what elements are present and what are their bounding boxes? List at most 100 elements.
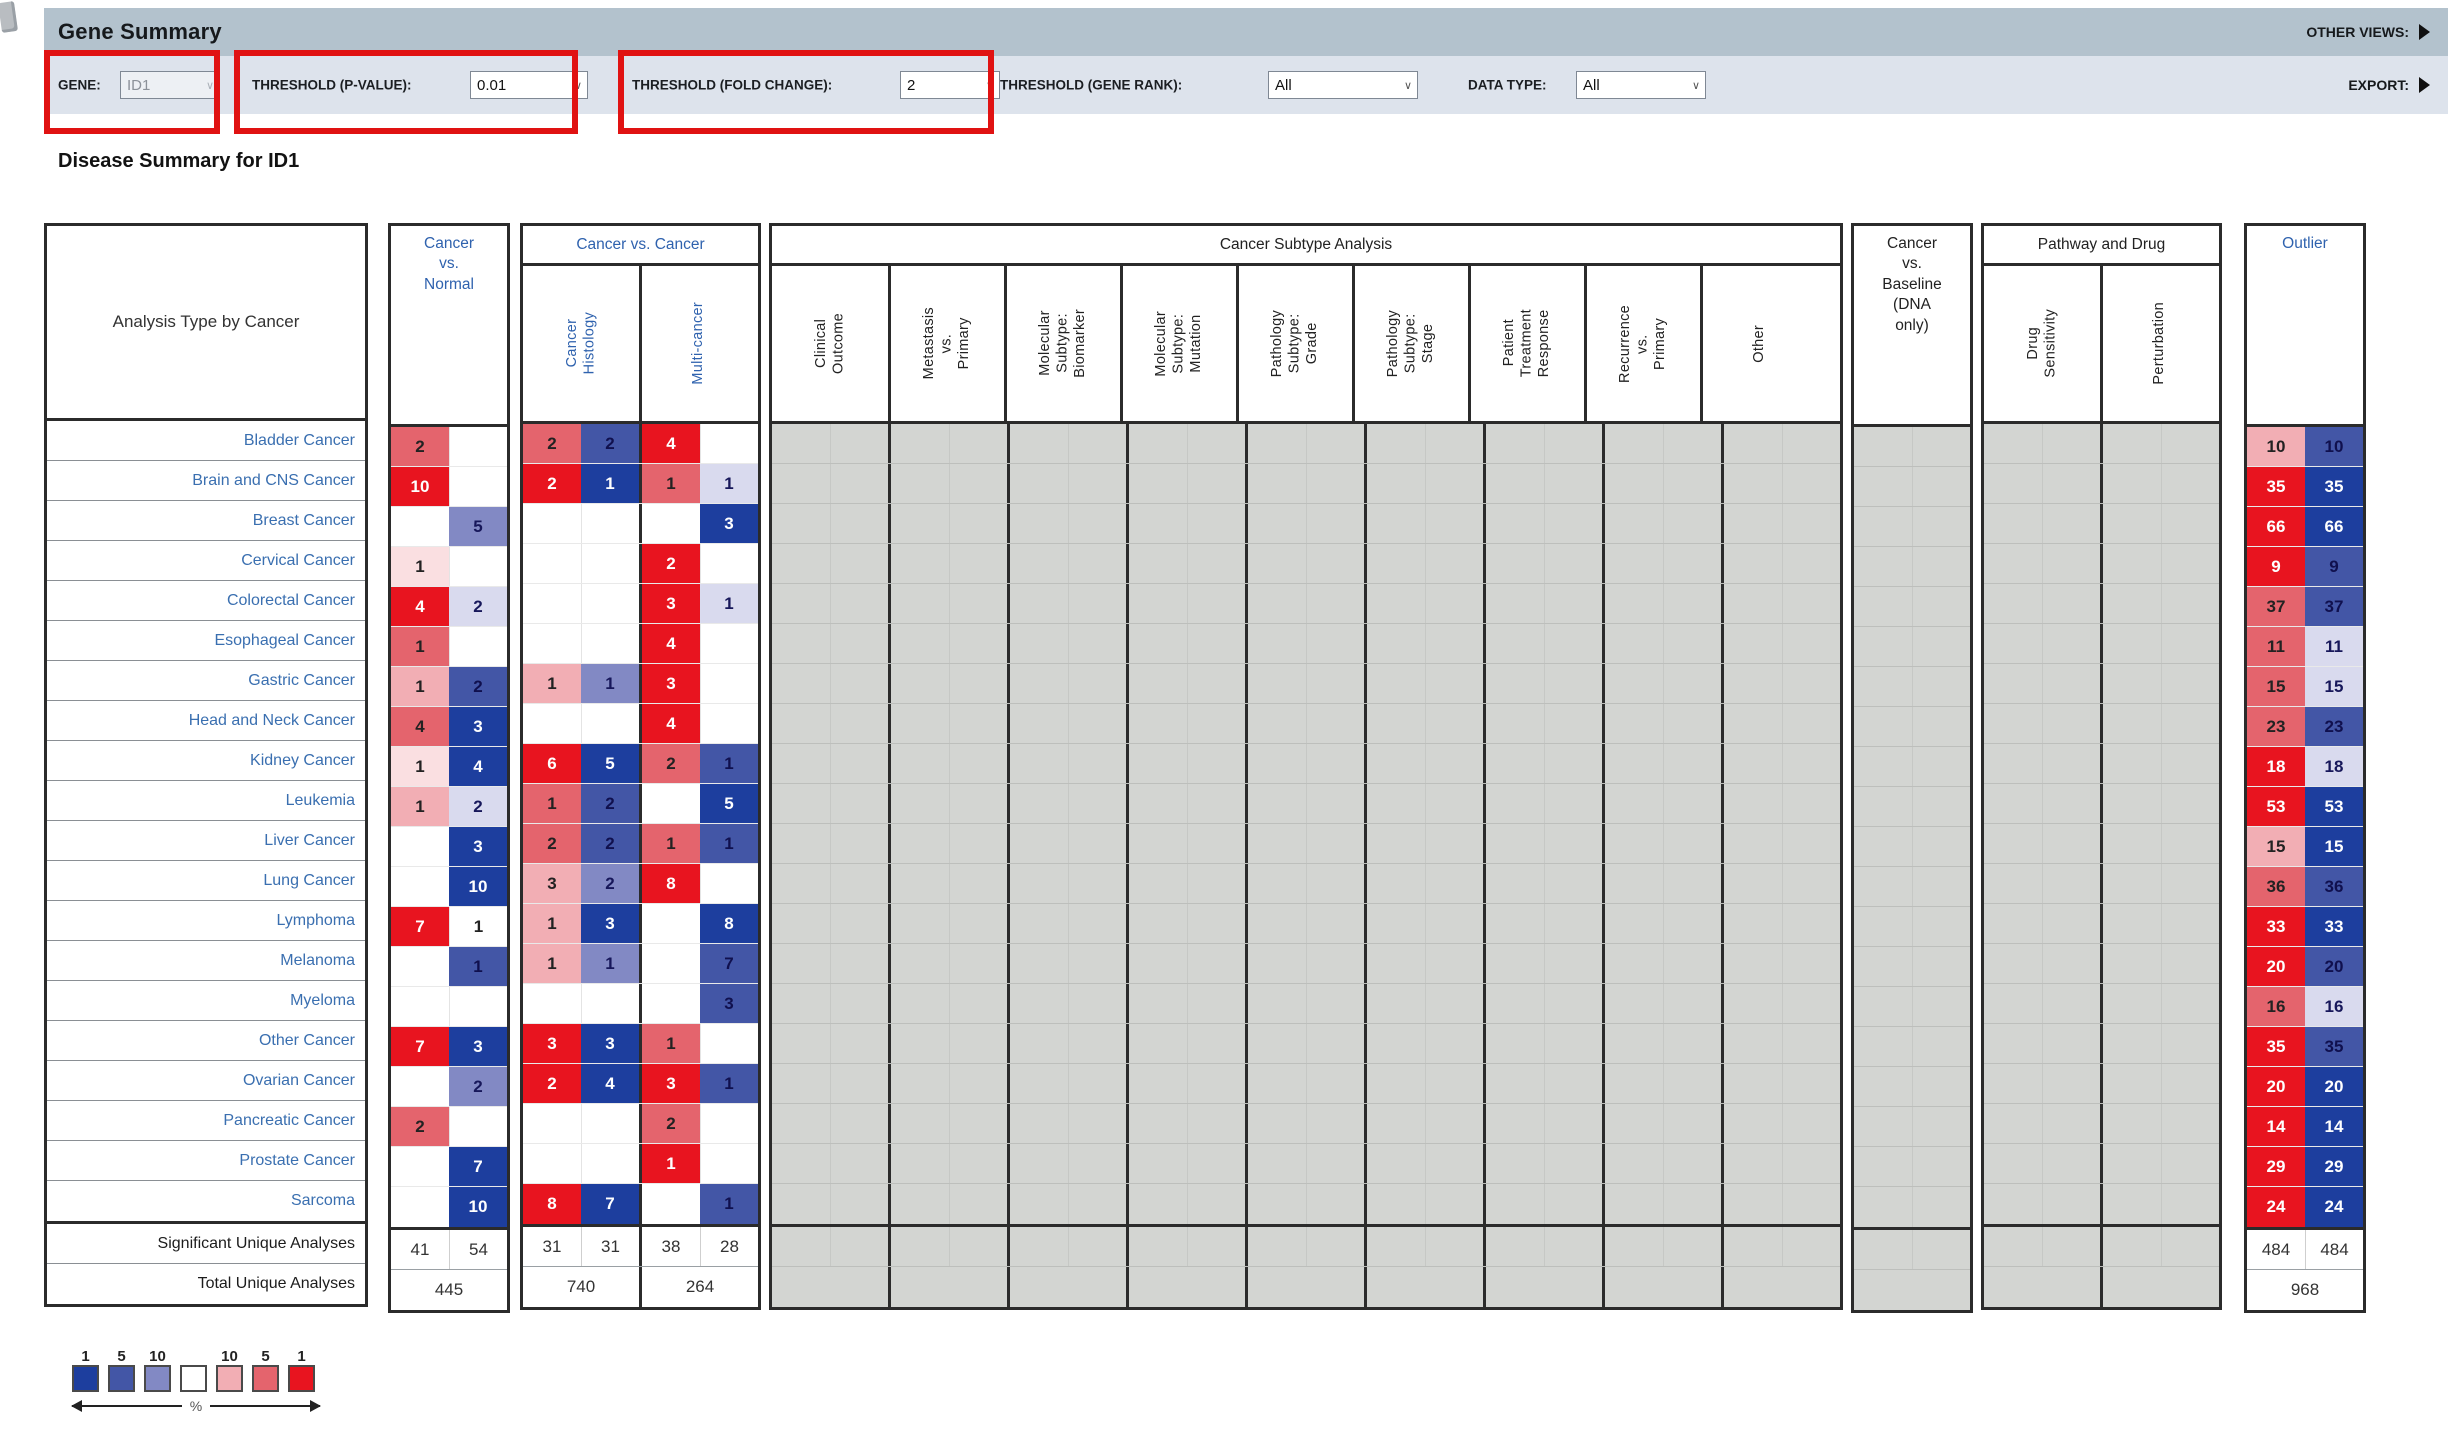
heatmap-cell[interactable]: 10 [449,867,507,906]
heatmap-cell[interactable]: 1 [642,464,700,503]
heatmap-cell[interactable]: 5 [581,744,639,783]
heatmap-cell[interactable]: 1 [581,944,639,983]
heatmap-cell[interactable]: 6 [523,744,581,783]
heatmap-cell[interactable]: 2 [391,1107,449,1146]
heatmap-cell[interactable]: 2 [581,864,639,903]
heatmap-cell[interactable]: 35 [2305,467,2363,506]
heatmap-cell[interactable]: 2 [523,1064,581,1103]
heatmap-cell[interactable]: 23 [2305,707,2363,746]
heatmap-cell[interactable]: 1 [391,547,449,586]
heatmap-cell[interactable]: 1 [700,824,758,863]
heatmap-cell[interactable]: 4 [642,704,700,743]
heatmap-cell[interactable]: 1 [700,464,758,503]
heatmap-cell[interactable]: 2 [581,784,639,823]
heatmap-cell[interactable]: 7 [449,1147,507,1186]
heatmap-cell[interactable]: 8 [642,864,700,903]
heatmap-cell[interactable]: 15 [2247,827,2305,866]
heatmap-cell[interactable]: 2 [642,544,700,583]
heatmap-cell[interactable]: 1 [449,947,507,986]
heatmap-cell[interactable]: 5 [700,784,758,823]
heatmap-cell[interactable]: 53 [2247,787,2305,826]
heatmap-cell[interactable]: 20 [2305,1067,2363,1106]
heatmap-cell[interactable]: 10 [449,1187,507,1227]
heatmap-cell[interactable]: 11 [2247,627,2305,666]
heatmap-cell[interactable]: 1 [700,744,758,783]
heatmap-cell[interactable]: 1 [642,1144,700,1183]
heatmap-cell[interactable]: 10 [391,467,449,506]
heatmap-cell[interactable]: 15 [2247,667,2305,706]
heatmap-cell[interactable]: 9 [2247,547,2305,586]
row-label-lymphoma[interactable]: Lymphoma [47,901,365,941]
heatmap-cell[interactable]: 1 [581,664,639,703]
row-label-liver-cancer[interactable]: Liver Cancer [47,821,365,861]
heatmap-cell[interactable]: 2 [642,744,700,783]
heatmap-cell[interactable]: 1 [391,747,449,786]
heatmap-cell[interactable]: 15 [2305,667,2363,706]
row-label-myeloma[interactable]: Myeloma [47,981,365,1021]
row-label-bladder-cancer[interactable]: Bladder Cancer [47,421,365,461]
heatmap-cell[interactable]: 1 [523,904,581,943]
heatmap-cell[interactable]: 2 [581,824,639,863]
heatmap-cell[interactable]: 1 [700,1184,758,1224]
row-label-other-cancer[interactable]: Other Cancer [47,1021,365,1061]
heatmap-cell[interactable]: 35 [2305,1027,2363,1066]
heatmap-cell[interactable]: 53 [2305,787,2363,826]
heatmap-cell[interactable]: 2 [449,787,507,826]
heatmap-cell[interactable]: 14 [2247,1107,2305,1146]
heatmap-cell[interactable]: 1 [391,787,449,826]
heatmap-cell[interactable]: 20 [2247,947,2305,986]
row-label-pancreatic-cancer[interactable]: Pancreatic Cancer [47,1101,365,1141]
row-label-breast-cancer[interactable]: Breast Cancer [47,501,365,541]
heatmap-cell[interactable]: 2 [449,587,507,626]
heatmap-cell[interactable]: 1 [523,664,581,703]
heatmap-cell[interactable]: 16 [2247,987,2305,1026]
heatmap-cell[interactable]: 2 [391,427,449,466]
row-label-leukemia[interactable]: Leukemia [47,781,365,821]
heatmap-cell[interactable]: 3 [523,864,581,903]
heatmap-cell[interactable]: 33 [2305,907,2363,946]
heatmap-cell[interactable]: 4 [391,587,449,626]
rank-select[interactable]: All ∨ [1268,71,1418,99]
heatmap-cell[interactable]: 20 [2305,947,2363,986]
heatmap-cell[interactable]: 1 [700,1064,758,1103]
heatmap-cell[interactable]: 29 [2247,1147,2305,1186]
heatmap-cell[interactable]: 3 [700,504,758,543]
heatmap-cell[interactable]: 1 [523,784,581,823]
row-label-gastric-cancer[interactable]: Gastric Cancer [47,661,365,701]
row-label-brain-and-cns-cancer[interactable]: Brain and CNS Cancer [47,461,365,501]
row-label-lung-cancer[interactable]: Lung Cancer [47,861,365,901]
heatmap-cell[interactable]: 8 [523,1184,581,1224]
heatmap-cell[interactable]: 3 [449,827,507,866]
heatmap-cell[interactable]: 3 [449,707,507,746]
heatmap-cell[interactable]: 15 [2305,827,2363,866]
heatmap-cell[interactable]: 1 [581,464,639,503]
heatmap-cell[interactable]: 1 [391,667,449,706]
heatmap-cell[interactable]: 2 [449,667,507,706]
heatmap-cell[interactable]: 5 [449,507,507,546]
heatmap-cell[interactable]: 3 [642,1064,700,1103]
heatmap-cell[interactable]: 33 [2247,907,2305,946]
heatmap-cell[interactable]: 7 [581,1184,639,1224]
heatmap-cell[interactable]: 1 [700,584,758,623]
heatmap-cell[interactable]: 66 [2305,507,2363,546]
heatmap-cell[interactable]: 7 [700,944,758,983]
heatmap-cell[interactable]: 3 [642,664,700,703]
heatmap-cell[interactable]: 14 [2305,1107,2363,1146]
row-label-colorectal-cancer[interactable]: Colorectal Cancer [47,581,365,621]
datatype-select[interactable]: All ∨ [1576,71,1706,99]
row-label-sarcoma[interactable]: Sarcoma [47,1181,365,1221]
heatmap-cell[interactable]: 24 [2305,1187,2363,1227]
heatmap-cell[interactable]: 9 [2305,547,2363,586]
row-label-esophageal-cancer[interactable]: Esophageal Cancer [47,621,365,661]
heatmap-cell[interactable]: 7 [391,1027,449,1066]
heatmap-cell[interactable]: 23 [2247,707,2305,746]
heatmap-cell[interactable]: 37 [2247,587,2305,626]
heatmap-cell[interactable]: 16 [2305,987,2363,1026]
heatmap-cell[interactable]: 1 [642,1024,700,1063]
row-label-melanoma[interactable]: Melanoma [47,941,365,981]
heatmap-cell[interactable]: 2 [642,1104,700,1143]
heatmap-cell[interactable]: 10 [2247,427,2305,466]
heatmap-cell[interactable]: 37 [2305,587,2363,626]
heatmap-cell[interactable]: 2 [523,424,581,463]
heatmap-cell[interactable]: 3 [523,1024,581,1063]
